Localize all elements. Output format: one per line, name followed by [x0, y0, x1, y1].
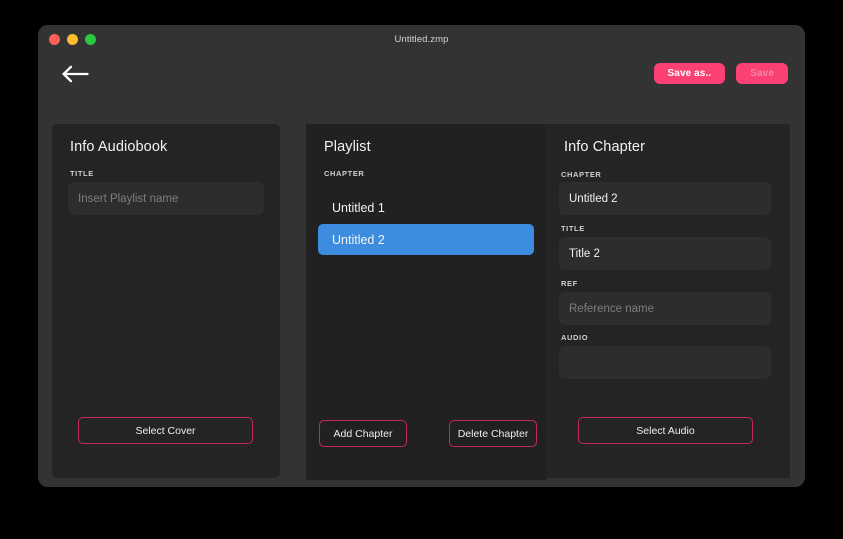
- window-titlebar: Untitled.zmp: [38, 25, 805, 54]
- label-chapter-audio: AUDIO: [561, 333, 589, 342]
- panel-info-audiobook: Info Audiobook TITLE Select Cover: [52, 124, 280, 478]
- label-playlist-chapter: CHAPTER: [324, 169, 365, 178]
- select-cover-button[interactable]: Select Cover: [78, 417, 253, 444]
- minimize-window-icon[interactable]: [67, 34, 78, 45]
- panel-title-info-chapter: Info Chapter: [564, 139, 645, 155]
- window-title: Untitled.zmp: [394, 34, 449, 45]
- save-button[interactable]: Save: [736, 63, 788, 84]
- back-button[interactable]: [56, 59, 94, 89]
- label-chapter: CHAPTER: [561, 170, 602, 179]
- app-toolbar: Save as.. Save: [38, 54, 805, 101]
- close-window-icon[interactable]: [49, 34, 60, 45]
- toolbar-actions: Save as.. Save: [653, 63, 788, 84]
- chapter-title-input[interactable]: [559, 237, 771, 270]
- label-audiobook-title: TITLE: [70, 169, 94, 178]
- chapter-list-item[interactable]: Untitled 1: [318, 192, 534, 223]
- audiobook-title-input[interactable]: [68, 182, 264, 215]
- panel-title-info-audiobook: Info Audiobook: [70, 139, 168, 155]
- panel-title-playlist: Playlist: [324, 139, 371, 155]
- chapter-list-item[interactable]: Untitled 2: [318, 224, 534, 255]
- chapter-name-input[interactable]: [559, 182, 771, 215]
- chapter-audio-input[interactable]: [559, 346, 771, 379]
- application-window: Untitled.zmp Save as.. Save Info Audiobo…: [38, 25, 805, 487]
- add-chapter-button[interactable]: Add Chapter: [319, 420, 407, 447]
- panels-container: Info Audiobook TITLE Select Cover Playli…: [38, 101, 805, 487]
- chapter-ref-input[interactable]: [559, 292, 771, 325]
- select-audio-button[interactable]: Select Audio: [578, 417, 753, 444]
- delete-chapter-button[interactable]: Delete Chapter: [449, 420, 537, 447]
- maximize-window-icon[interactable]: [85, 34, 96, 45]
- chapter-list: Untitled 1 Untitled 2: [318, 192, 534, 256]
- save-as-button[interactable]: Save as..: [653, 63, 726, 84]
- arrow-left-icon: [61, 65, 89, 83]
- panel-info-chapter: Info Chapter CHAPTER TITLE REF AUDIO Sel…: [546, 124, 790, 478]
- traffic-light-controls: [49, 25, 96, 54]
- label-chapter-ref: REF: [561, 279, 578, 288]
- label-chapter-title: TITLE: [561, 224, 585, 233]
- panel-playlist: Playlist CHAPTER Untitled 1 Untitled 2 A…: [306, 124, 546, 480]
